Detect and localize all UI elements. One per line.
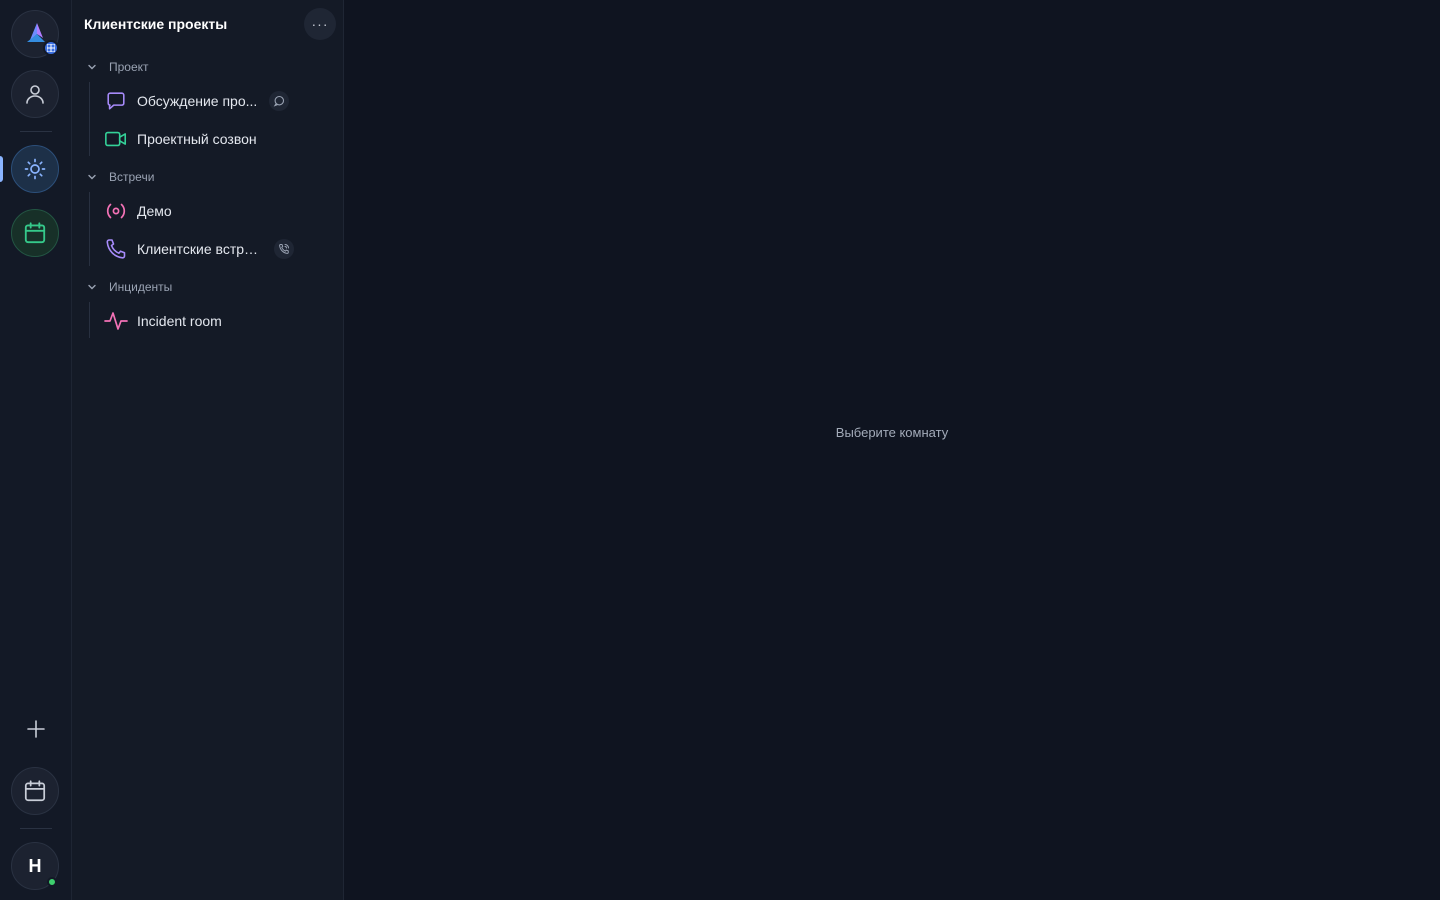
more-options-button[interactable]: ···	[304, 8, 336, 40]
section-header-project[interactable]: Проект	[86, 56, 149, 78]
active-indicator	[0, 156, 3, 182]
section-label: Проект	[109, 60, 149, 74]
room-item-demo[interactable]: Демо	[104, 195, 334, 227]
room-label: Обсуждение про...	[137, 93, 258, 109]
profile-button[interactable]	[11, 70, 59, 118]
calendar-icon	[22, 220, 48, 246]
section-header-meetings[interactable]: Встречи	[86, 166, 154, 188]
chevron-down-icon	[86, 61, 98, 73]
section-guide-line	[89, 302, 90, 338]
more-icon: ···	[311, 16, 329, 32]
rooms-sidebar: Клиентские проекты ··· Проект Обсуждение…	[72, 0, 344, 900]
section-guide-line	[89, 192, 90, 266]
chat-badge-icon	[269, 91, 290, 111]
rail-divider	[20, 828, 52, 829]
sidebar-header: Клиентские проекты ···	[84, 0, 336, 48]
section-label: Встречи	[109, 170, 155, 184]
room-label: Incident room	[137, 313, 222, 329]
broadcast-icon	[104, 199, 128, 223]
space-title: Клиентские проекты	[84, 16, 228, 32]
add-space-button[interactable]	[23, 718, 49, 744]
plus-icon	[26, 719, 46, 744]
calendar-button[interactable]	[11, 767, 59, 815]
room-item-incident-room[interactable]: Incident room	[104, 305, 334, 337]
room-label: Демо	[137, 203, 172, 219]
phone-icon	[104, 237, 128, 261]
rail-divider	[20, 131, 52, 132]
grid-badge-icon	[43, 40, 59, 56]
chevron-down-icon	[86, 171, 98, 183]
room-label: Проектный созвон	[137, 131, 257, 147]
calendar-icon	[22, 778, 48, 804]
video-camera-icon	[104, 127, 128, 151]
section-guide-line	[89, 82, 90, 156]
activity-icon	[104, 309, 128, 333]
room-label: Клиентские встре...	[137, 241, 262, 257]
workspace-button[interactable]	[11, 10, 59, 58]
section-label: Инциденты	[109, 280, 173, 294]
sun-icon	[23, 157, 47, 181]
room-item-project-discussion[interactable]: Обсуждение про...	[104, 85, 334, 117]
user-icon	[23, 82, 47, 106]
avatar-initial: Н	[28, 855, 42, 876]
section-header-incidents[interactable]: Инциденты	[86, 276, 172, 298]
online-status-dot	[47, 877, 57, 887]
room-item-project-call[interactable]: Проектный созвон	[104, 123, 334, 155]
chevron-down-icon	[86, 281, 98, 293]
phone-badge-icon	[274, 239, 294, 259]
room-item-client-meetings[interactable]: Клиентские встре...	[104, 233, 334, 265]
server-rail: Н	[0, 0, 72, 900]
chat-bubble-icon	[104, 89, 128, 113]
empty-state-message: Выберите комнату	[835, 425, 949, 440]
active-space-button[interactable]	[11, 145, 59, 193]
user-avatar-button[interactable]: Н	[11, 842, 59, 890]
calendar-space-button[interactable]	[11, 209, 59, 257]
main-content: Выберите комнату	[344, 0, 1440, 900]
